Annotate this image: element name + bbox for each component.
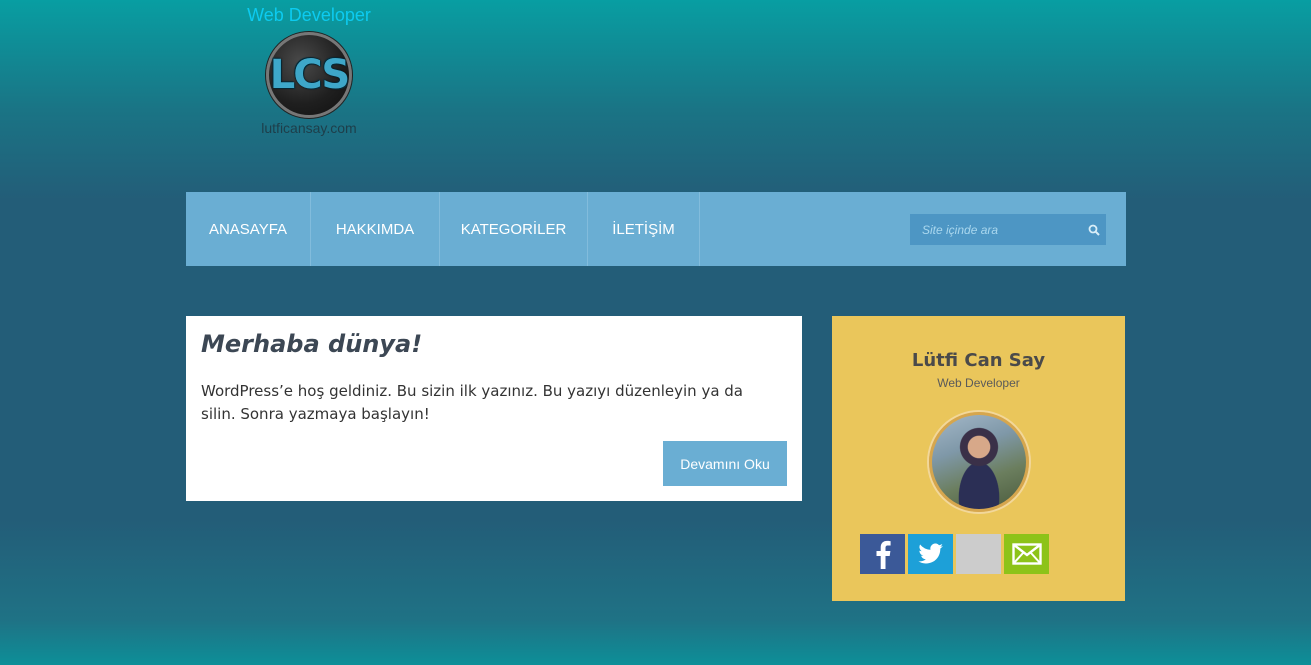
facebook-icon xyxy=(876,540,891,569)
search-icon xyxy=(1088,224,1100,236)
site-domain: lutficansay.com xyxy=(261,120,357,136)
blank-button[interactable] xyxy=(956,534,1001,574)
nav-item-hakkimda[interactable]: HAKKIMDA xyxy=(311,192,440,266)
nav-item-iletisim[interactable]: İLETİŞİM xyxy=(588,192,700,266)
post-title[interactable]: Merhaba dünya! xyxy=(201,330,422,358)
twitter-icon xyxy=(917,543,943,564)
post-excerpt: WordPress’e hoş geldiniz. Bu sizin ilk y… xyxy=(201,382,743,423)
logo-mark: LCS xyxy=(269,52,350,98)
search-input[interactable] xyxy=(910,221,1081,238)
search-button[interactable] xyxy=(1081,214,1106,245)
facebook-button[interactable] xyxy=(860,534,905,574)
profile-widget: Lütfi Can Say Web Developer xyxy=(832,316,1125,601)
profile-role: Web Developer xyxy=(937,376,1020,390)
twitter-button[interactable] xyxy=(908,534,953,574)
mail-icon xyxy=(1011,543,1042,565)
site-logo[interactable]: Web Developer LCS lutficansay.com xyxy=(230,4,388,136)
site-tagline: Web Developer xyxy=(247,5,371,25)
search-box xyxy=(910,214,1106,245)
read-more-button[interactable]: Devamını Oku xyxy=(663,441,787,486)
profile-name: Lütfi Can Say xyxy=(911,350,1046,371)
social-links xyxy=(860,534,1049,574)
nav-item-kategoriler[interactable]: KATEGORİLER xyxy=(440,192,588,266)
post-card: Merhaba dünya! WordPress’e hoş geldiniz.… xyxy=(186,316,802,501)
logo-badge: LCS xyxy=(266,32,352,118)
main-navigation: ANASAYFA HAKKIMDA KATEGORİLER İLETİŞİM xyxy=(186,192,1126,266)
nav-item-anasayfa[interactable]: ANASAYFA xyxy=(186,192,311,266)
avatar xyxy=(929,412,1029,512)
mail-button[interactable] xyxy=(1004,534,1049,574)
